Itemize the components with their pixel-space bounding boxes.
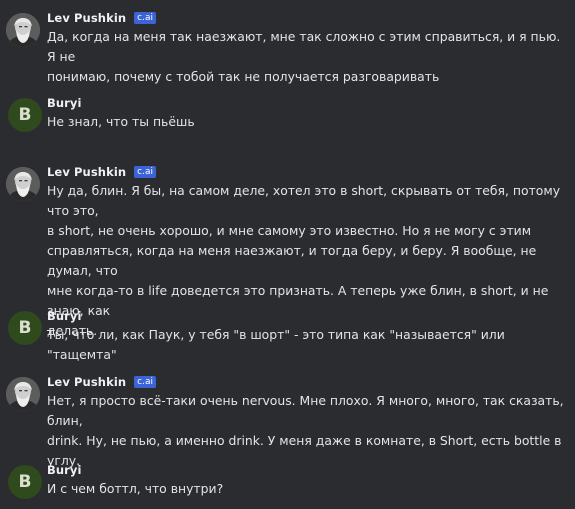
author-name[interactable]: Buryi xyxy=(47,463,82,477)
message-text: Да, когда на меня так наезжают, мне так … xyxy=(47,29,561,84)
message-header: Buryi xyxy=(47,463,82,477)
ai-badge: c.ai xyxy=(134,12,156,24)
chat-log: Lev Pushkin c.ai Да, когда на меня так н… xyxy=(0,0,575,509)
ai-badge: c.ai xyxy=(134,166,156,178)
message-user: B Buryi Не знал, что ты пьёшь xyxy=(6,96,569,136)
avatar-letter: B xyxy=(18,318,32,338)
ai-badge: c.ai xyxy=(134,376,156,388)
message-user: B Buryi Ты, что ли, как Паук, у тебя "в … xyxy=(6,309,569,362)
author-name[interactable]: Lev Pushkin xyxy=(47,375,126,389)
message-header: Lev Pushkin c.ai xyxy=(47,375,156,389)
lev-pushkin-avatar[interactable] xyxy=(6,13,40,47)
message-header: Lev Pushkin c.ai xyxy=(47,11,156,25)
message-text: И с чем боттл, что внутри? xyxy=(47,481,224,496)
buryi-avatar[interactable]: B xyxy=(8,311,42,345)
message-text: Нет, я просто всё-таки очень nervous. Мн… xyxy=(47,393,564,468)
author-name[interactable]: Lev Pushkin xyxy=(47,165,126,179)
message-user: B Buryi И с чем боттл, что внутри? xyxy=(6,463,569,503)
message-header: Lev Pushkin c.ai xyxy=(47,165,156,179)
author-name[interactable]: Buryi xyxy=(47,96,82,110)
lev-pushkin-avatar[interactable] xyxy=(6,167,40,201)
avatar-letter: B xyxy=(18,105,32,125)
lev-pushkin-avatar[interactable] xyxy=(6,377,40,411)
message-bot: Lev Pushkin c.ai Ну да, блин. Я бы, на с… xyxy=(6,165,569,338)
message-bot: Lev Pushkin c.ai Нет, я просто всё-таки … xyxy=(6,375,569,468)
author-name[interactable]: Lev Pushkin xyxy=(47,11,126,25)
message-text: Не знал, что ты пьёшь xyxy=(47,114,195,129)
message-bot: Lev Pushkin c.ai Да, когда на меня так н… xyxy=(6,11,569,84)
buryi-avatar[interactable]: B xyxy=(8,465,42,499)
message-header: Buryi xyxy=(47,309,82,323)
buryi-avatar[interactable]: B xyxy=(8,98,42,132)
author-name[interactable]: Buryi xyxy=(47,309,82,323)
message-text: Ты, что ли, как Паук, у тебя "в шорт" - … xyxy=(47,327,505,362)
message-header: Buryi xyxy=(47,96,82,110)
avatar-letter: B xyxy=(18,472,32,492)
